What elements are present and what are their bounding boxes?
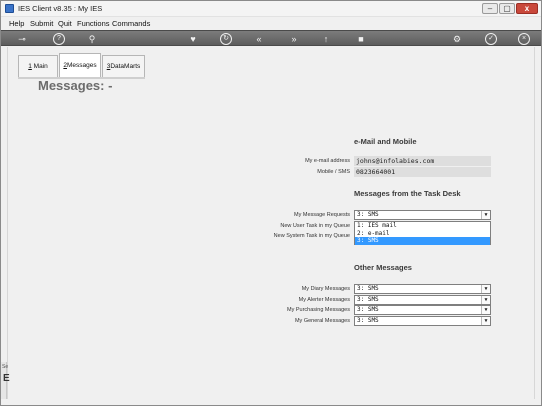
app-icon [5,4,14,13]
close-icon[interactable]: × [518,33,530,45]
refresh-icon[interactable]: ↻ [220,33,232,45]
diary-messages-label: My Diary Messages [301,286,350,292]
page-title: Messages: - [38,78,113,93]
alerter-messages-value: 3: SMS [357,296,379,303]
search-icon[interactable]: ⚲ [86,33,98,45]
chevron-down-icon[interactable]: ▼ [481,306,490,314]
new-user-task-label: New User Task in my Queue [280,223,350,229]
general-messages-select[interactable]: 3: SMS ▼ [354,316,491,326]
gear-icon[interactable]: ⚙ [451,33,463,45]
menu-quit[interactable]: Quit [58,19,72,28]
tab-datamarts-label: DataMarts [110,63,141,70]
email-section-heading: e-Mail and Mobile [354,137,417,146]
message-requests-value: 3: SMS [357,211,379,218]
window-title: IES Client v8.35 : My IES [18,4,103,13]
task-section-heading: Messages from the Task Desk [354,189,461,198]
chevron-down-icon[interactable]: ▼ [481,285,490,293]
menu-commands[interactable]: Commands [112,19,150,28]
rewind-icon[interactable]: « [253,33,265,45]
diary-messages-value: 3: SMS [357,285,379,292]
side-panel-icon: E [3,373,10,384]
menu-bar: Help Submit Quit Functions Commands [1,17,541,30]
tab-messages[interactable]: 2Messages [59,53,101,77]
toolbar: ⊸ ? ⚲ ♥ ↻ « » ↑ ■ ⚙ ✓ × [1,30,541,46]
diary-messages-select[interactable]: 3: SMS ▼ [354,284,491,294]
purchasing-messages-select[interactable]: 3: SMS ▼ [354,305,491,315]
message-requests-label: My Message Requests [294,212,350,218]
menu-submit[interactable]: Submit [30,19,53,28]
menu-help[interactable]: Help [9,19,24,28]
tab-messages-label: Messages [67,62,97,69]
dropdown-option-sms[interactable]: 3: SMS [355,237,490,245]
heart-icon[interactable]: ♥ [187,33,199,45]
message-requests-select[interactable]: 3: SMS ▼ [354,210,491,220]
other-section-heading: Other Messages [354,263,412,272]
maximize-button[interactable]: ▢ [499,3,515,14]
tab-main-key: 1 [28,63,32,70]
chevron-down-icon[interactable]: ▼ [481,296,490,304]
tab-datamarts[interactable]: 3DataMarts [102,55,145,77]
mobile-label: Mobile / SMS [317,169,350,175]
chevron-down-icon[interactable]: ▼ [481,211,490,219]
alerter-messages-select[interactable]: 3: SMS ▼ [354,295,491,305]
dropdown-option-ies-mail[interactable]: 1: IES mail [355,222,490,230]
mobile-field[interactable]: 0823664001 [354,167,491,177]
title-bar: IES Client v8.35 : My IES – ▢ x [1,1,541,17]
alerter-messages-label: My Alerter Messages [298,297,350,303]
new-system-task-label: New System Task in my Queue [273,233,350,239]
menu-functions[interactable]: Functions [77,19,110,28]
help-icon[interactable]: ? [53,33,65,45]
stop-icon[interactable]: ■ [355,33,367,45]
upload-icon[interactable]: ↑ [320,33,332,45]
chevron-down-icon[interactable]: ▼ [481,317,490,325]
general-messages-value: 3: SMS [357,317,379,324]
key-icon[interactable]: ⊸ [13,33,31,45]
side-panel-label: Se [2,364,9,370]
close-window-button[interactable]: x [516,3,538,14]
tab-main-label: Main [33,63,48,70]
general-messages-label: My General Messages [294,318,350,324]
tab-main[interactable]: 1 Main [18,55,58,77]
email-label: My e-mail address [305,158,350,164]
purchasing-messages-value: 3: SMS [357,306,379,313]
email-field[interactable]: johns@infolabies.com [354,156,491,166]
minimize-button[interactable]: – [482,3,498,14]
check-icon[interactable]: ✓ [485,33,497,45]
fast-forward-icon[interactable]: » [288,33,300,45]
purchasing-messages-label: My Purchasing Messages [287,307,350,313]
dropdown-option-email[interactable]: 2: e-mail [355,230,490,238]
message-requests-dropdown-list: 1: IES mail 2: e-mail 3: SMS [354,221,491,245]
